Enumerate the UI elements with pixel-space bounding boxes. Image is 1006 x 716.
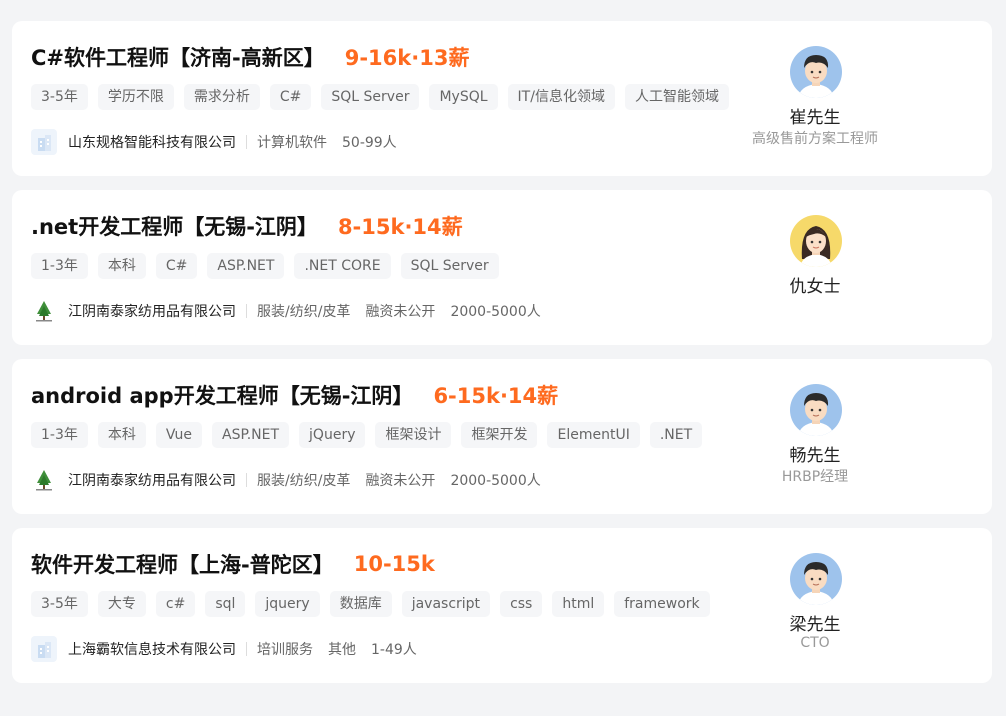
company-industry: 培训服务 — [257, 642, 313, 658]
company-name[interactable]: 江阴南泰家纺用品有限公司 — [68, 470, 236, 490]
company-funding: 融资未公开 — [365, 473, 436, 489]
company-industry: 计算机软件 — [257, 135, 327, 151]
tag: SQL Server — [321, 84, 420, 110]
company-industry: 服装/纺织/皮革 — [257, 473, 351, 489]
tag: css — [500, 591, 543, 617]
tag: .NET CORE — [294, 253, 391, 279]
female-avatar-icon — [790, 215, 842, 267]
tag: html — [552, 591, 605, 617]
tag: ASP.NET — [212, 422, 290, 448]
tag: javascript — [401, 591, 491, 617]
tag-list: 1-3年 本科 Vue ASP.NET jQuery 框架设计 框架开发 Ele… — [31, 422, 703, 448]
tag: 框架开发 — [461, 422, 538, 448]
recruiter-name: 仇女士 — [789, 277, 841, 297]
recruiter-info[interactable]: 崔先生 高级售前方案工程师 — [730, 21, 992, 176]
job-card[interactable]: C#软件工程师【济南-高新区】 9-16k·13薪 3-5年 学历不限 需求分析… — [12, 21, 992, 176]
tree-logo-icon — [31, 467, 57, 493]
tag: ASP.NET — [207, 253, 285, 279]
tag: 3-5年 — [31, 84, 88, 110]
recruiter-name: 梁先生 — [789, 615, 841, 635]
company-size: 1-49人 — [371, 642, 417, 658]
recruiter-title: HRBP经理 — [781, 469, 849, 485]
job-list: C#软件工程师【济南-高新区】 9-16k·13薪 3-5年 学历不限 需求分析… — [0, 0, 1006, 716]
divider — [246, 135, 247, 149]
tag: 3-5年 — [31, 591, 88, 617]
tag: SQL Server — [400, 253, 499, 279]
tag-list: 3-5年 学历不限 需求分析 C# SQL Server MySQL IT/信息… — [31, 84, 729, 110]
recruiter-info[interactable]: 畅先生 HRBP经理 — [730, 359, 992, 514]
recruiter-title: CTO — [800, 635, 830, 651]
company-name[interactable]: 山东规格智能科技有限公司 — [68, 132, 236, 152]
company-row[interactable]: 上海霸软信息技术有限公司 培训服务 其他 1-49人 — [31, 636, 432, 662]
job-card[interactable]: android app开发工程师【无锡-江阴】 6-15k·14薪 1-3年 本… — [12, 359, 992, 514]
tag: 1-3年 — [31, 253, 88, 279]
company-funding: 其他 — [328, 642, 356, 658]
tag: .NET — [649, 422, 703, 448]
male-avatar-icon — [790, 384, 842, 436]
company-row[interactable]: 江阴南泰家纺用品有限公司 服装/纺织/皮革 融资未公开 2000-5000人 — [31, 467, 556, 493]
job-title-row[interactable]: .net开发工程师【无锡-江阴】 8-15k·14薪 — [31, 208, 463, 244]
tag: 本科 — [97, 422, 146, 448]
building-icon — [31, 129, 57, 155]
company-size: 2000-5000人 — [450, 473, 541, 489]
building-icon — [31, 636, 57, 662]
company-funding: 融资未公开 — [365, 304, 436, 320]
divider — [246, 473, 247, 487]
tag: c# — [155, 591, 196, 617]
salary: 10-15k — [353, 552, 435, 576]
job-title-row[interactable]: 软件开发工程师【上海-普陀区】 10-15k — [31, 546, 435, 582]
job-title[interactable]: C#软件工程师【济南-高新区】 — [31, 42, 325, 72]
company-size: 2000-5000人 — [450, 304, 541, 320]
recruiter-title: 高级售前方案工程师 — [752, 131, 878, 147]
tag: MySQL — [429, 84, 498, 110]
company-row[interactable]: 江阴南泰家纺用品有限公司 服装/纺织/皮革 融资未公开 2000-5000人 — [31, 298, 556, 324]
recruiter-name: 畅先生 — [789, 446, 841, 466]
salary: 9-16k·13薪 — [344, 46, 470, 70]
tag: 大专 — [97, 591, 146, 617]
tag: jQuery — [299, 422, 366, 448]
tag: ElementUI — [547, 422, 640, 448]
male-avatar-icon — [790, 553, 842, 605]
company-name[interactable]: 上海霸软信息技术有限公司 — [68, 639, 236, 659]
salary: 6-15k·14薪 — [433, 384, 559, 408]
tag: IT/信息化领域 — [507, 84, 615, 110]
tag: Vue — [155, 422, 202, 448]
tag: 需求分析 — [183, 84, 260, 110]
job-title-row[interactable]: android app开发工程师【无锡-江阴】 6-15k·14薪 — [31, 377, 558, 413]
tag-list: 1-3年 本科 C# ASP.NET .NET CORE SQL Server — [31, 253, 499, 279]
recruiter-info[interactable]: 梁先生 CTO — [730, 528, 992, 683]
tag: framework — [614, 591, 710, 617]
tag: sql — [205, 591, 246, 617]
tag: 数据库 — [329, 591, 392, 617]
tag-list: 3-5年 大专 c# sql jquery 数据库 javascript css… — [31, 591, 710, 617]
job-title[interactable]: 软件开发工程师【上海-普陀区】 — [31, 549, 334, 579]
tag: 学历不限 — [97, 84, 174, 110]
recruiter-name: 崔先生 — [789, 108, 841, 128]
salary: 8-15k·14薪 — [337, 215, 463, 239]
job-card[interactable]: .net开发工程师【无锡-江阴】 8-15k·14薪 1-3年 本科 C# AS… — [12, 190, 992, 345]
divider — [246, 642, 247, 656]
job-title[interactable]: android app开发工程师【无锡-江阴】 — [31, 380, 413, 410]
company-size: 50-99人 — [342, 135, 397, 151]
company-row[interactable]: 山东规格智能科技有限公司 计算机软件 50-99人 — [31, 129, 412, 155]
divider — [246, 304, 247, 318]
job-card[interactable]: 软件开发工程师【上海-普陀区】 10-15k 3-5年 大专 c# sql jq… — [12, 528, 992, 683]
tag: C# — [155, 253, 198, 279]
tree-logo-icon — [31, 298, 57, 324]
recruiter-info[interactable]: 仇女士 — [730, 190, 992, 345]
tag: 本科 — [97, 253, 146, 279]
company-industry: 服装/纺织/皮革 — [257, 304, 351, 320]
job-title-row[interactable]: C#软件工程师【济南-高新区】 9-16k·13薪 — [31, 39, 469, 75]
company-name[interactable]: 江阴南泰家纺用品有限公司 — [68, 301, 236, 321]
job-title[interactable]: .net开发工程师【无锡-江阴】 — [31, 211, 318, 241]
tag: 框架设计 — [375, 422, 452, 448]
tag: 1-3年 — [31, 422, 88, 448]
tag: 人工智能领域 — [624, 84, 729, 110]
tag: jquery — [255, 591, 320, 617]
male-avatar-icon — [790, 46, 842, 98]
tag: C# — [269, 84, 312, 110]
